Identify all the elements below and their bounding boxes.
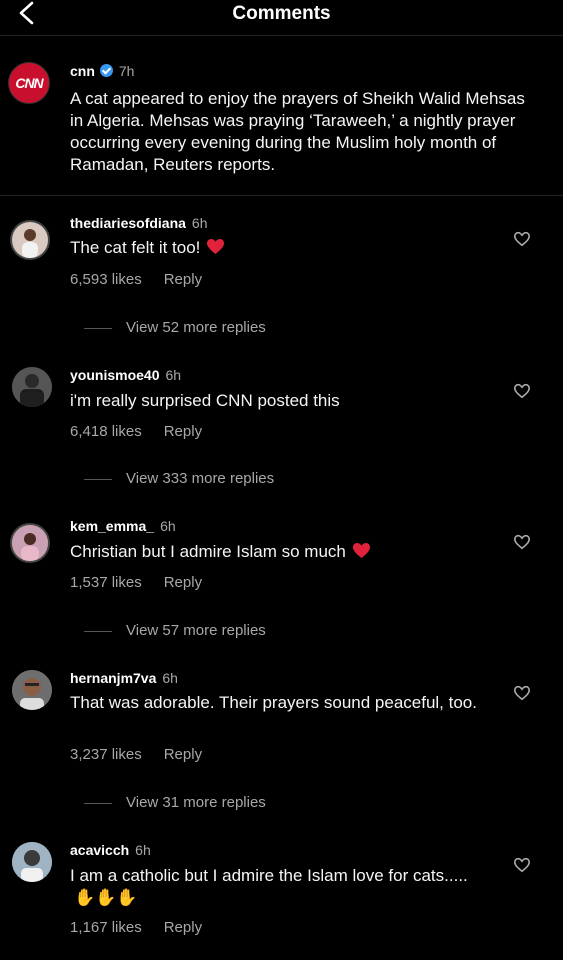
view-more-replies[interactable]: View 333 more replies (84, 470, 274, 487)
clapping-hands-emoji-icon: ✋✋✋ (74, 888, 138, 907)
view-more-replies[interactable]: View 57 more replies (84, 622, 266, 639)
likes-count[interactable]: 1,167 likes (70, 919, 142, 936)
like-heart-button[interactable] (513, 382, 531, 400)
comment-username[interactable]: acavicch (70, 842, 129, 858)
page-title: Comments (232, 3, 331, 24)
avatar[interactable] (10, 523, 50, 563)
likes-count[interactable]: 3,237 likes (70, 746, 142, 763)
caption-username[interactable]: cnn (70, 63, 95, 79)
comment-text: i'm really surprised CNN posted this (70, 391, 340, 410)
heart-outline-icon (513, 685, 531, 701)
heart-outline-icon (513, 231, 531, 247)
reply-button[interactable]: Reply (164, 574, 202, 591)
comment-header: acavicch 6h (70, 842, 151, 858)
comment-meta: 1,167 likes Reply (70, 919, 202, 936)
avatar[interactable] (12, 670, 52, 710)
comment-header: kem_emma_ 6h (70, 518, 176, 534)
likes-count[interactable]: 6,593 likes (70, 271, 142, 288)
comment-time: 6h (162, 670, 178, 686)
avatar[interactable] (12, 842, 52, 882)
comment-meta: 3,237 likes Reply (70, 746, 202, 763)
comment-meta: 1,537 likes Reply (70, 574, 202, 591)
comment-time: 6h (165, 367, 182, 383)
heart-outline-icon (513, 534, 531, 550)
like-heart-button[interactable] (513, 230, 531, 248)
comment-meta: 6,593 likes Reply (70, 271, 202, 288)
like-heart-button[interactable] (513, 684, 531, 702)
comment-header: younismoe40 6h (70, 367, 181, 383)
red-heart-emoji-icon (352, 542, 370, 559)
reply-button[interactable]: Reply (164, 423, 202, 440)
comment-time: 6h (160, 518, 176, 534)
comment-time: 6h (191, 215, 208, 231)
avatar[interactable] (12, 367, 52, 407)
like-heart-button[interactable] (513, 533, 531, 551)
comment-text: Christian but I admire Islam so much (70, 541, 500, 563)
reply-button[interactable]: Reply (164, 919, 202, 936)
caption-text: A cat appeared to enjoy the prayers of S… (70, 89, 525, 174)
heart-outline-icon (513, 383, 531, 399)
red-heart-emoji-icon (207, 238, 225, 255)
verified-badge-icon (99, 64, 113, 77)
comment-text: I am a catholic but I admire the Islam l… (70, 865, 480, 909)
cnn-logo: CNN (15, 75, 43, 91)
avatar[interactable] (10, 220, 50, 260)
caption-header: cnn 7h (70, 63, 134, 79)
comment-time: 6h (135, 842, 151, 858)
profile-photo (12, 670, 52, 710)
reply-button[interactable]: Reply (164, 746, 202, 763)
caption-time: 7h (118, 63, 135, 79)
profile-photo (22, 229, 38, 258)
profile-photo (12, 842, 52, 882)
view-more-replies[interactable]: View 31 more replies (84, 794, 266, 811)
header-bar: Comments (0, 0, 563, 30)
comment-text: The cat felt it too! (70, 237, 490, 259)
comment-username[interactable]: kem_emma_ (70, 518, 154, 534)
caption-divider (0, 195, 563, 196)
view-more-replies[interactable]: View 52 more replies (84, 319, 266, 336)
heart-outline-icon (513, 857, 531, 873)
likes-count[interactable]: 6,418 likes (70, 423, 142, 440)
profile-photo (12, 367, 52, 407)
likes-count[interactable]: 1,537 likes (70, 574, 142, 591)
comment-text-content: I am a catholic but I admire the Islam l… (70, 866, 468, 885)
reply-button[interactable]: Reply (164, 271, 202, 288)
comment-username[interactable]: younismoe40 (70, 367, 159, 383)
cnn-avatar[interactable]: CNN (8, 62, 50, 104)
header-divider (0, 35, 563, 36)
like-heart-button[interactable] (513, 856, 531, 874)
comment-text: That was adorable. Their prayers sound p… (70, 693, 477, 712)
comment-username[interactable]: thediariesofdiana (70, 215, 186, 231)
comment-header: thediariesofdiana 6h (70, 215, 208, 231)
comment-text-content: The cat felt it too! (70, 238, 201, 257)
comment-header: hernanjm7va 6h (70, 670, 178, 686)
comment-text-content: Christian but I admire Islam so much (70, 542, 346, 561)
comment-username[interactable]: hernanjm7va (70, 670, 156, 686)
comment-meta: 6,418 likes Reply (70, 423, 202, 440)
profile-photo (12, 525, 48, 561)
